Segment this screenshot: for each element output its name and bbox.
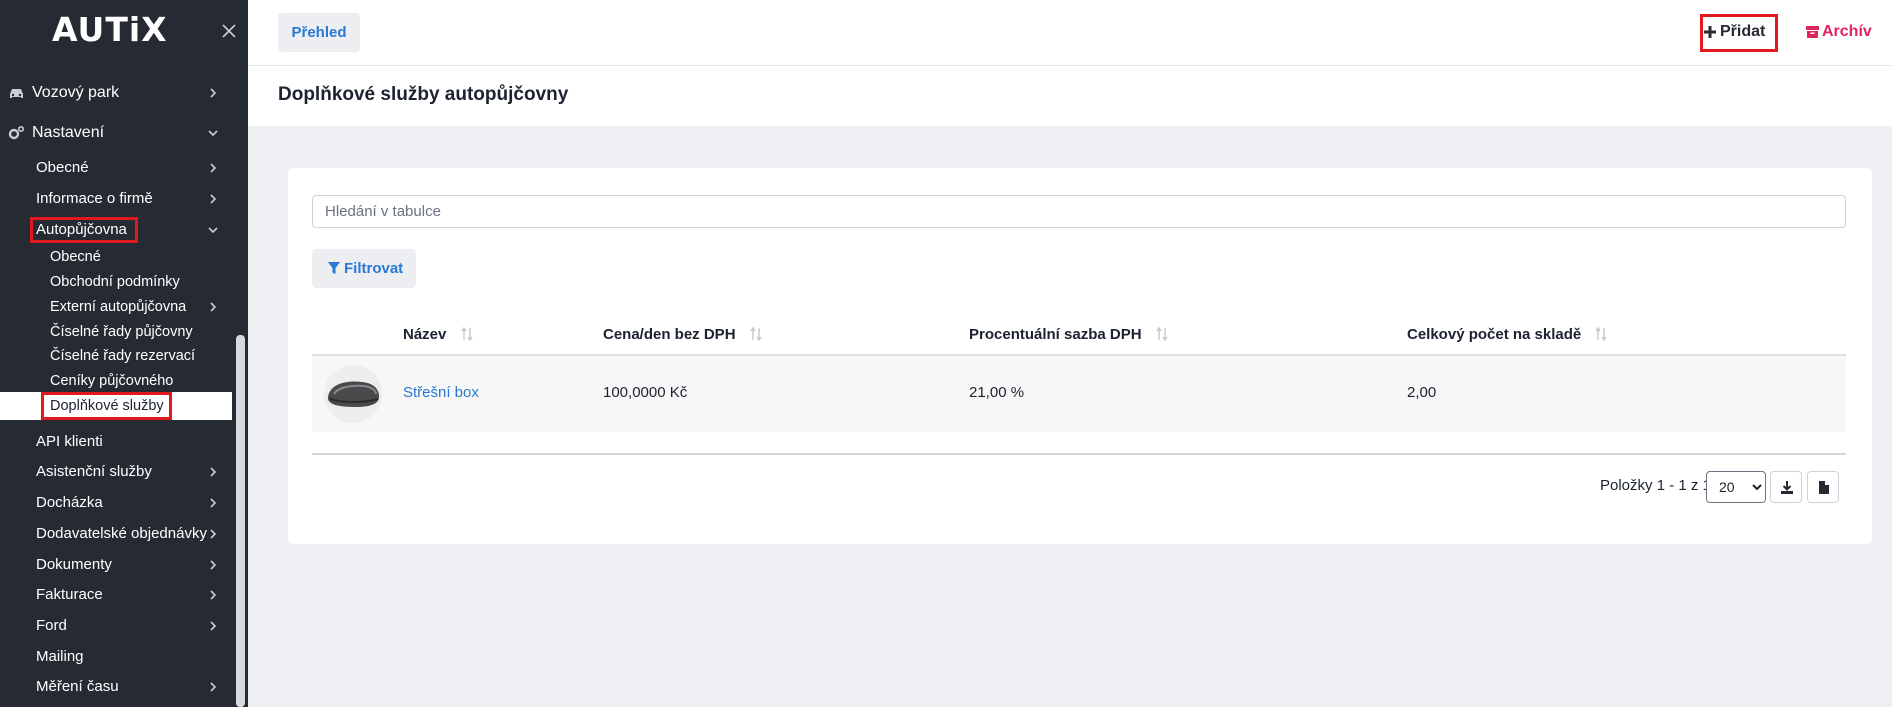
chevron-right-icon [210,163,217,173]
sidebar-item-label: Informace o firmě [36,190,153,207]
sidebar-item-obecne[interactable]: Obecné [0,154,232,182]
sidebar-item-dodavatelske-objednavky[interactable]: Dodavatelské objednávky [0,520,232,548]
sidebar-item-ford[interactable]: Ford [0,612,232,640]
sidebar-item-autopujcovna[interactable]: Autopůjčovna [0,216,232,244]
sidebar-item-label: Dokumenty [36,556,112,573]
sidebar-item-vozovy-park[interactable]: Vozový park [0,79,232,107]
sidebar-item-label: Číselné řady půjčovny [50,324,193,340]
column-header-stock[interactable]: Celkový počet na skladě [1407,326,1608,343]
table-row[interactable]: Střešní box 100,0000 Kč 21,00 % 2,00 [312,356,1846,432]
sidebar-item-autopujcovna-obecne[interactable]: Obecné [0,243,232,271]
pagination-info: Položky 1 - 1 z 1 [1600,477,1711,494]
sidebar-item-label: Externí autopůjčovna [50,299,187,315]
sidebar-item-label: Obecné [36,159,89,176]
close-icon[interactable] [218,20,240,42]
chevron-right-icon [210,88,217,98]
sidebar-item-label: Ceníky půjčovného [50,373,174,389]
car-icon [10,89,23,98]
filter-button[interactable]: Filtrovat [312,249,416,288]
logo: AUTiX [52,10,168,49]
chevron-right-icon [210,682,217,692]
plus-icon [1704,26,1716,38]
archive-icon [1806,26,1819,38]
roof-box-thumbnail [324,365,382,423]
sidebar-item-ceniky-pujcovneho[interactable]: Ceníky půjčovného [0,367,232,395]
chevron-right-icon [210,590,217,600]
sort-icon [1595,327,1608,341]
sidebar-item-fakturace[interactable]: Fakturace [0,581,232,609]
sidebar-scrollbar[interactable] [236,335,245,707]
chevron-right-icon [210,560,217,570]
logo-bar: AUTiX [0,0,248,62]
column-header-price[interactable]: Cena/den bez DPH [603,326,762,343]
sidebar-item-dokumenty[interactable]: Dokumenty [0,551,232,579]
sort-icon [750,327,762,341]
cogs-icon [8,125,25,140]
download-button[interactable] [1770,471,1802,503]
sidebar: AUTiX Vozový park Nastavení Obecné Infor… [0,0,248,707]
sidebar-item-label: Fakturace [36,586,103,603]
sidebar-item-obchodni-podminky[interactable]: Obchodní podmínky [0,268,232,296]
chevron-right-icon [210,498,217,508]
overview-button[interactable]: Přehled [278,13,360,52]
sidebar-item-dochazka[interactable]: Docházka [0,489,232,517]
sidebar-item-label: Vozový park [32,84,120,101]
archive-button-label: Archív [1822,23,1872,40]
chevron-right-icon [210,194,217,204]
chevron-right-icon [210,621,217,631]
sidebar-item-ciselne-rady-rezervaci[interactable]: Číselné řady rezervací [0,342,232,370]
table-card: Filtrovat Název Cena/den bez DPH Procent… [288,168,1872,544]
sidebar-item-label: Nastavení [32,124,105,141]
sidebar-item-label: API klienti [36,433,103,450]
add-button[interactable]: Přidat [1702,18,1765,46]
add-button-label: Přidat [1720,23,1766,40]
file-icon [1819,481,1829,494]
archive-button[interactable]: Archív [1804,18,1872,46]
sidebar-item-api-klienti[interactable]: API klienti [0,428,232,456]
chevron-right-icon [210,302,217,312]
sidebar-item-label: Číselné řady rezervací [50,348,196,364]
sidebar-item-externi-autopujcovna[interactable]: Externí autopůjčovna [0,293,232,321]
sidebar-item-informace-o-firme[interactable]: Informace o firmě [0,185,232,213]
sidebar-item-label: Dodavatelské objednávky [36,525,207,542]
sidebar-item-mereni-casu[interactable]: Měření času [0,673,232,701]
column-header-name[interactable]: Název [403,326,473,343]
top-bar: Přehled Přidat Archív [248,0,1892,66]
download-icon [1781,481,1793,494]
sidebar-item-label: Obecné [50,249,101,265]
column-header-vat[interactable]: Procentuální sazba DPH [969,326,1168,343]
search-input[interactable] [312,195,1846,228]
filter-icon [328,262,340,274]
sidebar-item-label: Autopůjčovna [36,221,127,238]
row-price: 100,0000 Kč [603,384,688,401]
sidebar-item-asistencni-sluzby[interactable]: Asistenční služby [0,458,232,486]
sidebar-item-doplnkove-sluzby[interactable]: Doplňkové služby [0,392,232,420]
export-file-button[interactable] [1807,471,1839,503]
sidebar-item-label: Asistenční služby [36,463,152,480]
sidebar-item-label: Měření času [36,678,119,695]
page-title-bar: Doplňkové služby autopůjčovny [248,66,1892,126]
sidebar-item-label: Obchodní podmínky [50,274,180,290]
sidebar-item-label: Mailing [36,648,84,665]
sidebar-item-label: Doplňkové služby [50,398,164,414]
row-stock: 2,00 [1407,384,1437,401]
sidebar-item-label: Docházka [36,494,103,511]
sidebar-item-mailing[interactable]: Mailing [0,643,232,671]
sidebar-item-label: Ford [36,617,67,634]
chevron-down-icon [208,130,218,137]
sidebar-item-nastaveni[interactable]: Nastavení [0,119,232,147]
chevron-down-icon [208,227,218,234]
chevron-right-icon [210,467,217,477]
table-header: Název Cena/den bez DPH Procentuální sazb… [312,320,1846,356]
page-title: Doplňkové služby autopůjčovny [278,84,569,105]
sort-icon [460,327,473,341]
chevron-right-icon [210,529,217,539]
filter-button-label: Filtrovat [344,260,404,277]
row-vat: 21,00 % [969,384,1025,401]
page-size-select[interactable]: 102050100 [1706,471,1766,503]
row-name-link[interactable]: Střešní box [403,384,479,401]
table-footer-divider [312,453,1846,455]
sort-icon [1156,327,1168,341]
